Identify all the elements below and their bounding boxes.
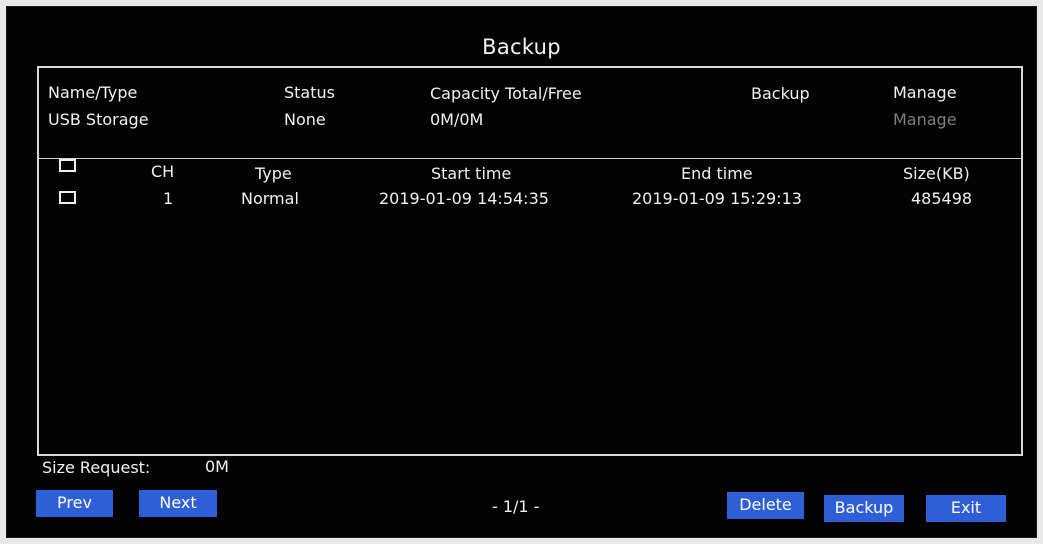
header-type: Type — [255, 164, 292, 183]
header-manage: Manage — [893, 83, 957, 102]
header-start-time: Start time — [431, 164, 512, 183]
exit-button[interactable]: Exit — [926, 495, 1006, 522]
table-divider — [39, 158, 1021, 159]
size-request-value: 0M — [205, 457, 229, 476]
backup-panel — [37, 66, 1023, 456]
prev-button[interactable]: Prev — [36, 490, 113, 517]
backup-button[interactable]: Backup — [824, 495, 904, 522]
row-size: 485498 — [911, 189, 973, 208]
header-backup: Backup — [751, 84, 810, 103]
header-status: Status — [284, 83, 335, 102]
header-name-type: Name/Type — [48, 83, 138, 102]
select-all-checkbox[interactable] — [59, 159, 76, 172]
device-status: None — [284, 110, 326, 129]
backup-screen: Backup Name/Type Status Capacity Total/F… — [6, 6, 1037, 538]
row-type: Normal — [241, 189, 299, 208]
delete-button[interactable]: Delete — [727, 492, 804, 519]
window-title: Backup — [482, 35, 561, 59]
row-ch: 1 — [163, 189, 174, 208]
page-indicator: - 1/1 - — [492, 497, 540, 516]
device-name: USB Storage — [48, 110, 149, 129]
size-request-label: Size Request: — [42, 458, 151, 477]
header-capacity: Capacity Total/Free — [430, 84, 582, 103]
row-checkbox[interactable] — [59, 191, 76, 204]
manage-link[interactable]: Manage — [893, 110, 957, 129]
header-size: Size(KB) — [903, 164, 970, 183]
row-end-time: 2019-01-09 15:29:13 — [632, 189, 802, 208]
header-ch: CH — [151, 162, 175, 181]
device-capacity: 0M/0M — [430, 110, 484, 129]
header-end-time: End time — [681, 164, 753, 183]
next-button[interactable]: Next — [139, 490, 217, 517]
row-start-time: 2019-01-09 14:54:35 — [379, 189, 549, 208]
